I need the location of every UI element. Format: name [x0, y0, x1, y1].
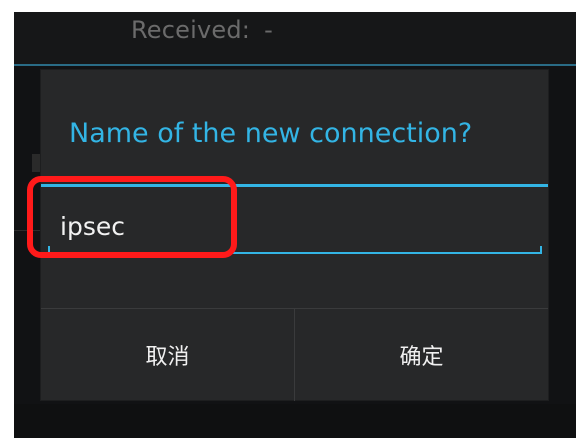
cancel-button[interactable]: 取消 [41, 309, 294, 401]
background-status-header: Received: - [14, 12, 576, 64]
dialog-title: Name of the new connection? [69, 118, 473, 149]
background-icon [32, 154, 40, 172]
input-tick-right [540, 246, 542, 254]
new-connection-dialog: Name of the new connection? ipsec 取消 确定 [27, 70, 548, 401]
android-screen: Received: - Name of the new connection? i… [14, 12, 576, 438]
dialog-button-bar: 取消 确定 [41, 308, 548, 401]
highlight-annotation [27, 176, 237, 258]
received-label: Received: [131, 16, 251, 44]
ok-button[interactable]: 确定 [295, 309, 548, 401]
background-bottom [14, 404, 576, 438]
received-value: - [264, 16, 273, 44]
received-status: Received: - [131, 16, 273, 44]
header-divider [14, 64, 576, 66]
